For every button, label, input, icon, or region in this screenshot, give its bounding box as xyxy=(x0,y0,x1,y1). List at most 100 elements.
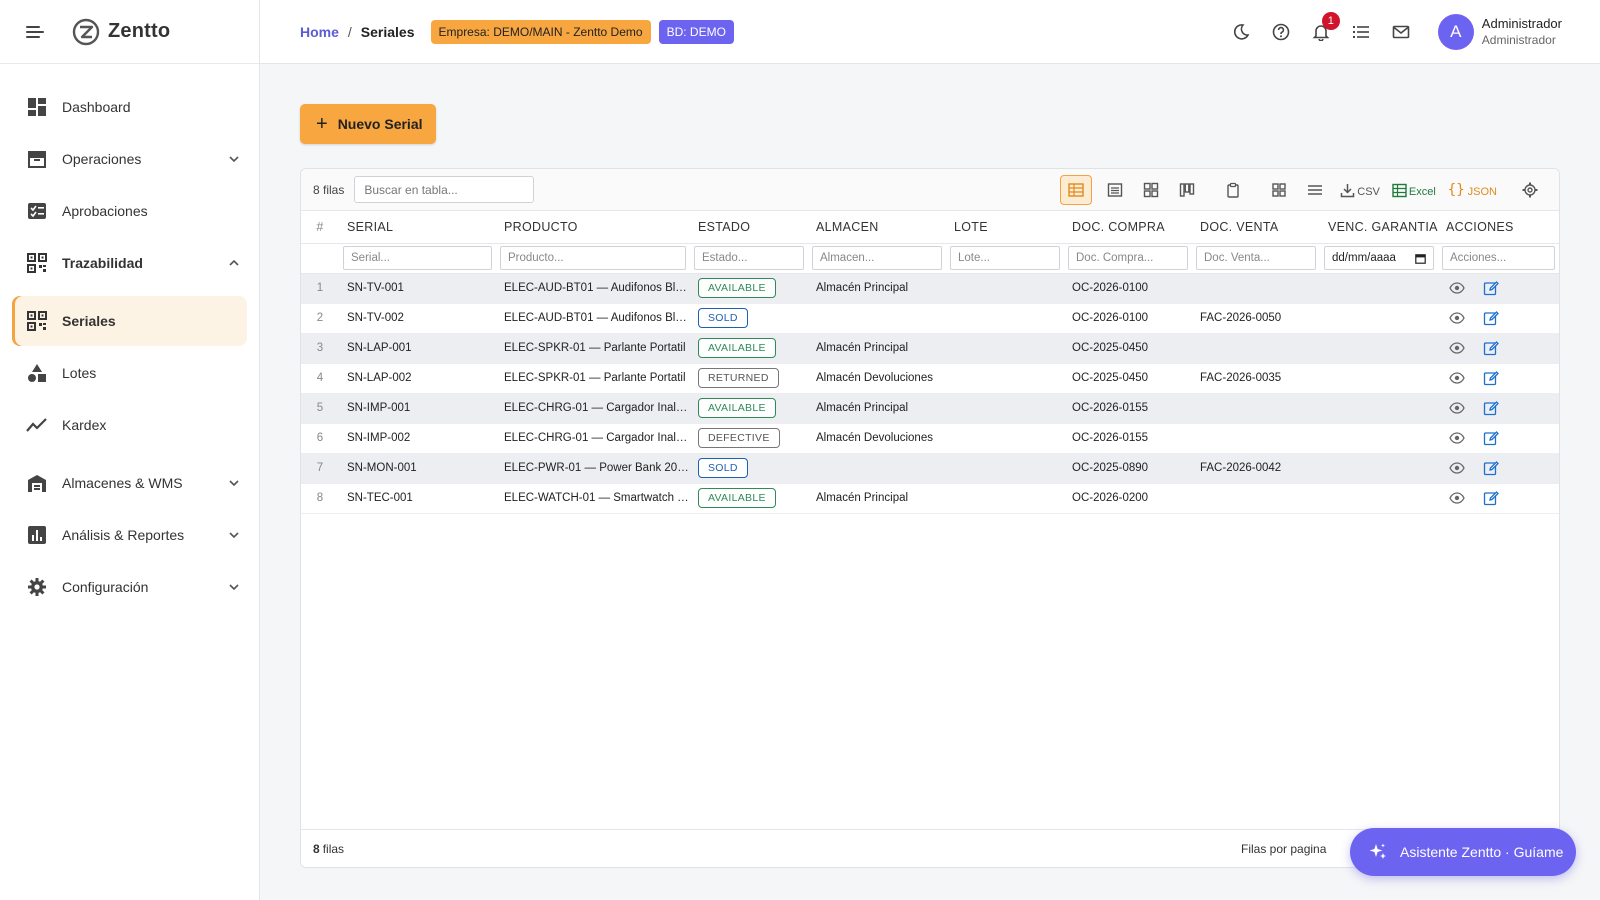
producto-cell: ELEC-SPKR-01 — Parlante Portatil xyxy=(496,363,690,394)
notification-count-badge: 1 xyxy=(1321,12,1340,30)
task-list-icon[interactable] xyxy=(1350,21,1372,43)
edit-icon[interactable] xyxy=(1480,307,1502,329)
view-eye-icon[interactable] xyxy=(1446,427,1468,449)
sidebar-item-almacenes[interactable]: Almacenes & WMS xyxy=(12,458,247,508)
export-csv-button[interactable]: CSV xyxy=(1340,182,1380,198)
almacen-cell xyxy=(808,453,946,484)
table-row[interactable]: 6 SN-IMP-002 ELEC-CHRG-01 — Cargador Inala… xyxy=(301,423,1559,454)
estado-cell: SOLD xyxy=(690,303,808,334)
dark-mode-icon[interactable] xyxy=(1230,21,1252,43)
sidebar-item-trazabilidad[interactable]: Trazabilidad xyxy=(12,238,247,288)
column-header-doc-compra[interactable]: DOC. COMPRA xyxy=(1064,211,1192,244)
grid-density-icon[interactable] xyxy=(1266,177,1292,203)
edit-icon[interactable] xyxy=(1480,367,1502,389)
card-view-icon[interactable] xyxy=(1138,177,1164,203)
column-header-producto[interactable]: PRODUCTO xyxy=(496,211,690,244)
filter-row: dd/mm/aaaa xyxy=(301,243,1559,274)
column-header-venc-garantia[interactable]: VENC. GARANTIA xyxy=(1320,211,1438,244)
acciones-filter-input[interactable] xyxy=(1442,246,1555,270)
avatar[interactable]: A xyxy=(1437,14,1474,50)
view-eye-icon[interactable] xyxy=(1446,307,1468,329)
view-eye-icon[interactable] xyxy=(1446,367,1468,389)
view-eye-icon[interactable] xyxy=(1446,487,1468,509)
view-eye-icon[interactable] xyxy=(1446,277,1468,299)
serial-filter-input[interactable] xyxy=(343,246,492,270)
actions-cell xyxy=(1438,273,1559,304)
venc-garantia-date-filter[interactable]: dd/mm/aaaa xyxy=(1324,246,1434,270)
sidebar-item-aprobaciones[interactable]: Aprobaciones xyxy=(12,186,247,236)
sidebar-item-seriales[interactable]: Seriales xyxy=(12,296,247,346)
kanban-view-icon[interactable] xyxy=(1174,177,1200,203)
export-json-button[interactable]: {} JSON xyxy=(1448,182,1497,198)
new-serial-button[interactable]: + Nuevo Serial xyxy=(300,104,436,144)
column-header-lote[interactable]: LOTE xyxy=(946,211,1064,244)
table-row[interactable]: 3 SN-LAP-001 ELEC-SPKR-01 — Parlante Porta… xyxy=(301,333,1559,364)
settings-gear-icon[interactable] xyxy=(1517,177,1543,203)
header-row: # SERIAL PRODUCTO ESTADO ALMACEN LOTE DO… xyxy=(301,211,1559,244)
estado-filter-input[interactable] xyxy=(694,246,804,270)
view-eye-icon[interactable] xyxy=(1446,337,1468,359)
edit-icon[interactable] xyxy=(1480,457,1502,479)
status-badge: AVAILABLE xyxy=(698,338,776,358)
view-eye-icon[interactable] xyxy=(1446,397,1468,419)
column-header-doc-venta[interactable]: DOC. VENTA xyxy=(1192,211,1320,244)
sidebar-item-kardex[interactable]: Kardex xyxy=(12,400,247,450)
help-icon[interactable] xyxy=(1270,21,1292,43)
table-row[interactable]: 5 SN-IMP-001 ELEC-CHRG-01 — Cargador Inala… xyxy=(301,393,1559,424)
view-eye-icon[interactable] xyxy=(1446,457,1468,479)
sidebar-item-dashboard[interactable]: Dashboard xyxy=(12,82,247,132)
edit-icon[interactable] xyxy=(1480,337,1502,359)
lote-filter-input[interactable] xyxy=(950,246,1060,270)
sidebar-item-lotes[interactable]: Lotes xyxy=(12,348,247,398)
row-density-icon[interactable] xyxy=(1302,177,1328,203)
edit-icon[interactable] xyxy=(1480,427,1502,449)
serial-cell: SN-LAP-001 xyxy=(339,333,496,364)
table-search-input[interactable] xyxy=(354,176,535,203)
actions-cell xyxy=(1438,453,1559,484)
breadcrumb-home[interactable]: Home xyxy=(300,24,339,40)
sidebar-item-label: Almacenes & WMS xyxy=(62,475,183,491)
table-row[interactable]: 1 SN-TV-001 ELEC-AUD-BT01 — Audifonos Blue… xyxy=(301,273,1559,304)
actions-cell xyxy=(1438,333,1559,364)
status-badge: RETURNED xyxy=(698,368,779,388)
sidebar-item-analisis[interactable]: Análisis & Reportes xyxy=(12,510,247,560)
almacen-filter-input[interactable] xyxy=(812,246,942,270)
edit-icon[interactable] xyxy=(1480,397,1502,419)
table-row[interactable]: 8SN-TEC-001ELEC-WATCH-01 — Smartwatch De… xyxy=(301,483,1559,514)
sidebar-item-configuracion[interactable]: Configuración xyxy=(12,562,247,612)
actions-cell xyxy=(1438,423,1559,454)
edit-icon[interactable] xyxy=(1480,487,1502,509)
producto-cell: ELEC-AUD-BT01 — Audifonos Bluetooth xyxy=(496,303,690,334)
doc-venta-filter-input[interactable] xyxy=(1196,246,1316,270)
empresa-badge: Empresa: DEMO/MAIN - Zentto Demo xyxy=(430,19,651,44)
user-info[interactable]: Administrador Administrador xyxy=(1482,15,1562,49)
menu-collapse-icon[interactable] xyxy=(26,25,44,39)
sidebar-item-operaciones[interactable]: Operaciones xyxy=(12,134,247,184)
notifications-bell-icon[interactable]: 1 xyxy=(1310,12,1340,43)
column-header-almacen[interactable]: ALMACEN xyxy=(808,211,946,244)
export-excel-button[interactable]: Excel xyxy=(1392,182,1436,198)
column-header-index[interactable]: # xyxy=(301,211,339,244)
footer-count-number: 8 xyxy=(313,841,320,856)
table-row[interactable]: 7 SN-MON-001 ELEC-PWR-01 — Power Bank 2000… xyxy=(301,453,1559,484)
doc-venta-cell xyxy=(1192,273,1320,304)
lote-cell xyxy=(946,423,1064,454)
list-view-icon[interactable] xyxy=(1102,177,1128,203)
mail-icon[interactable] xyxy=(1390,21,1412,43)
doc-compra-cell: OC-2026-0155 xyxy=(1064,423,1192,454)
producto-filter-input[interactable] xyxy=(500,246,686,270)
venc-cell xyxy=(1320,333,1438,364)
edit-icon[interactable] xyxy=(1480,277,1502,299)
venc-cell xyxy=(1320,393,1438,424)
doc-compra-filter-input[interactable] xyxy=(1068,246,1188,270)
column-header-serial[interactable]: SERIAL xyxy=(339,211,496,244)
rows-per-page-label: Filas por pagina xyxy=(1241,842,1327,856)
assistant-button[interactable]: Asistente Zentto · Guíame xyxy=(1350,828,1576,876)
table-row[interactable]: 4 SN-LAP-002 ELEC-SPKR-01 — Parlante Porta… xyxy=(301,363,1559,394)
clipboard-icon[interactable] xyxy=(1220,177,1246,203)
table-view-icon[interactable] xyxy=(1060,175,1093,205)
column-header-estado[interactable]: ESTADO xyxy=(690,211,808,244)
status-badge: AVAILABLE xyxy=(698,278,776,298)
column-header-acciones[interactable]: ACCIONES xyxy=(1438,211,1559,244)
table-row[interactable]: 2 SN-TV-002 ELEC-AUD-BT01 — Audifonos Blue… xyxy=(301,303,1559,334)
